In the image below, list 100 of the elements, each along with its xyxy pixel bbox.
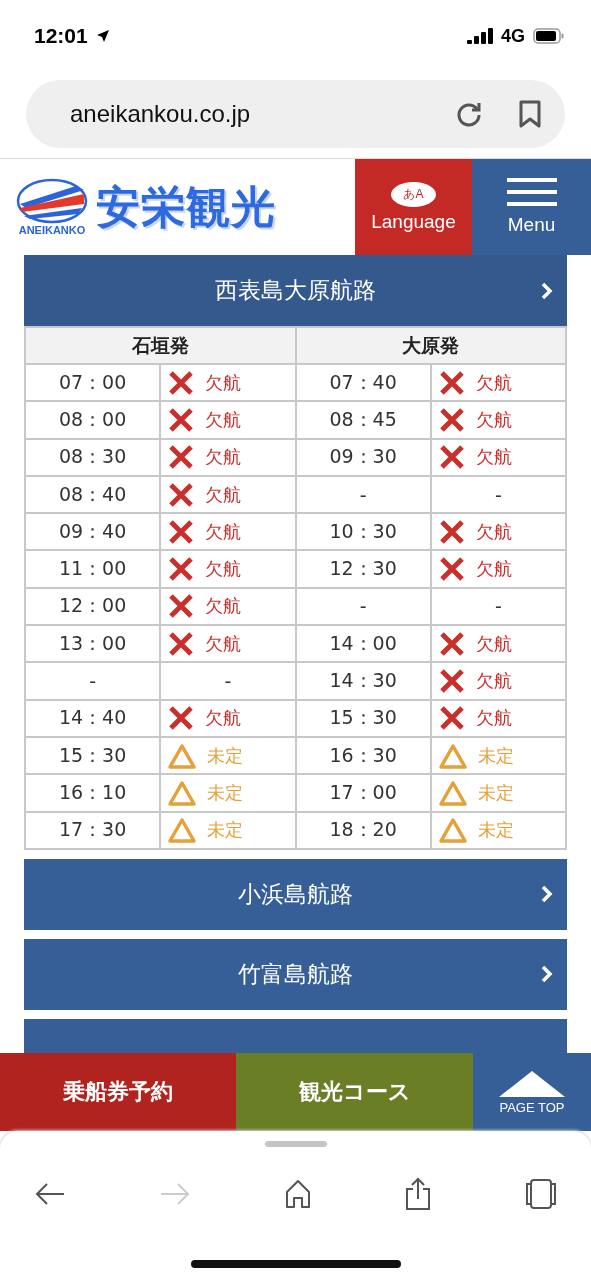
status-text: 欠航 — [205, 370, 242, 395]
address-bar[interactable]: aneikankou.co.jp — [26, 80, 565, 148]
table-cell: - — [295, 475, 431, 514]
table-cell: 07：40 — [295, 364, 431, 402]
status-text: 欠航 — [205, 557, 242, 582]
table-cell: 16：10 — [25, 774, 161, 812]
status-text: 未定 — [207, 743, 244, 768]
table-cell: 08：30 — [25, 438, 161, 476]
reload-icon[interactable] — [455, 100, 483, 128]
chevron-icon — [541, 885, 553, 904]
status-text: 未定 — [477, 780, 514, 805]
bookmark-icon[interactable] — [519, 100, 541, 128]
signal-icon — [467, 28, 493, 44]
tour-course-button[interactable]: 観光コース — [236, 1053, 473, 1131]
chevron-icon — [541, 281, 553, 300]
table-cell: - — [25, 662, 161, 700]
cross-icon — [437, 405, 466, 434]
status-text: 未定 — [207, 818, 244, 843]
status-text: 未定 — [477, 743, 514, 768]
table-cell: 10：30 — [295, 513, 431, 551]
triangle-up-icon — [498, 1069, 566, 1098]
table-cell: 08：40 — [25, 475, 161, 514]
cross-icon — [167, 405, 196, 434]
status-text: 欠航 — [205, 594, 242, 619]
table-cell: 15：30 — [295, 699, 431, 737]
triangle-icon — [437, 742, 468, 769]
cross-icon — [167, 368, 196, 397]
column-header: 大原発 — [295, 327, 566, 364]
table-cell: 07：00 — [25, 364, 161, 402]
table-cell: 12：00 — [25, 587, 161, 626]
status-text: 欠航 — [205, 631, 242, 656]
tabs-icon[interactable] — [525, 1179, 557, 1209]
status-text: 欠航 — [475, 519, 512, 544]
status-text: 欠航 — [475, 669, 512, 693]
brand-name: 安栄観光 — [96, 179, 276, 234]
table-cell: 16：30 — [295, 736, 431, 775]
status-text: 欠航 — [205, 482, 242, 507]
clock-time: 12:01 — [34, 24, 88, 48]
route-header[interactable]: 西表島大原航路 — [24, 255, 567, 326]
cross-icon — [437, 517, 466, 546]
logo-text: ANEIKANKO — [18, 224, 86, 236]
table-cell: 08：00 — [25, 401, 161, 439]
table-cell: 09：30 — [295, 438, 431, 476]
chevron-icon — [541, 965, 553, 984]
cross-icon — [437, 368, 466, 397]
location-arrow-icon — [95, 29, 110, 43]
grabber-handle[interactable] — [264, 1141, 327, 1147]
page-top-button[interactable]: PAGE TOP — [473, 1053, 591, 1131]
table-cell: - — [430, 475, 566, 514]
cross-icon — [167, 517, 196, 546]
status-text: 欠航 — [205, 519, 242, 544]
speech-bubble-icon: あA — [391, 181, 436, 207]
table-cell: 15：30 — [25, 736, 161, 775]
url-text: aneikankou.co.jp — [70, 100, 252, 128]
cross-icon — [167, 629, 196, 658]
table-cell: 08：45 — [295, 401, 431, 439]
status-text: 欠航 — [205, 407, 242, 432]
ticket-booking-button[interactable]: 乗船券予約 — [0, 1053, 236, 1131]
table-cell: 14：40 — [25, 699, 161, 737]
network-label: 4G — [501, 25, 525, 47]
route-header[interactable]: 竹富島航路 — [24, 938, 567, 1010]
column-header: 石垣発 — [25, 327, 296, 364]
triangle-icon — [167, 779, 198, 806]
table-cell: - — [295, 587, 431, 626]
table-cell: 11：00 — [25, 550, 161, 588]
table-cell: 17：00 — [295, 774, 431, 812]
status-text: 未定 — [477, 818, 514, 843]
cross-icon — [437, 667, 466, 695]
status-text: 欠航 — [475, 370, 512, 395]
triangle-icon — [437, 817, 468, 844]
table-cell: - — [160, 662, 296, 700]
cross-icon — [167, 480, 196, 509]
back-arrow-icon[interactable] — [34, 1182, 66, 1206]
status-text: 欠航 — [475, 706, 512, 731]
menu-icon — [506, 178, 557, 208]
table-cell: 12：30 — [295, 550, 431, 588]
logo-icon — [16, 178, 88, 224]
cross-icon — [437, 629, 466, 658]
language-button[interactable]: あA Language — [355, 159, 472, 255]
status-text: 欠航 — [475, 407, 512, 432]
status-text: 未定 — [207, 780, 244, 805]
status-text: 欠航 — [205, 445, 242, 470]
triangle-icon — [437, 779, 468, 806]
status-text: 欠航 — [205, 706, 242, 731]
table-cell: - — [430, 587, 566, 626]
table-cell: 17：30 — [25, 811, 161, 849]
table-cell: 14：00 — [295, 625, 431, 663]
triangle-icon — [167, 817, 198, 844]
status-text: 欠航 — [475, 445, 512, 470]
table-cell: 13：00 — [25, 625, 161, 663]
table-cell: 09：40 — [25, 513, 161, 551]
menu-button[interactable]: Menu — [472, 159, 591, 255]
home-icon[interactable] — [283, 1179, 312, 1209]
share-icon[interactable] — [404, 1177, 433, 1211]
status-text: 欠航 — [475, 557, 512, 582]
table-cell: 18：20 — [295, 811, 431, 849]
triangle-icon — [167, 742, 198, 769]
route-header[interactable]: 小浜島航路 — [24, 858, 567, 930]
status-text: 欠航 — [475, 631, 512, 656]
battery-icon — [533, 28, 565, 44]
